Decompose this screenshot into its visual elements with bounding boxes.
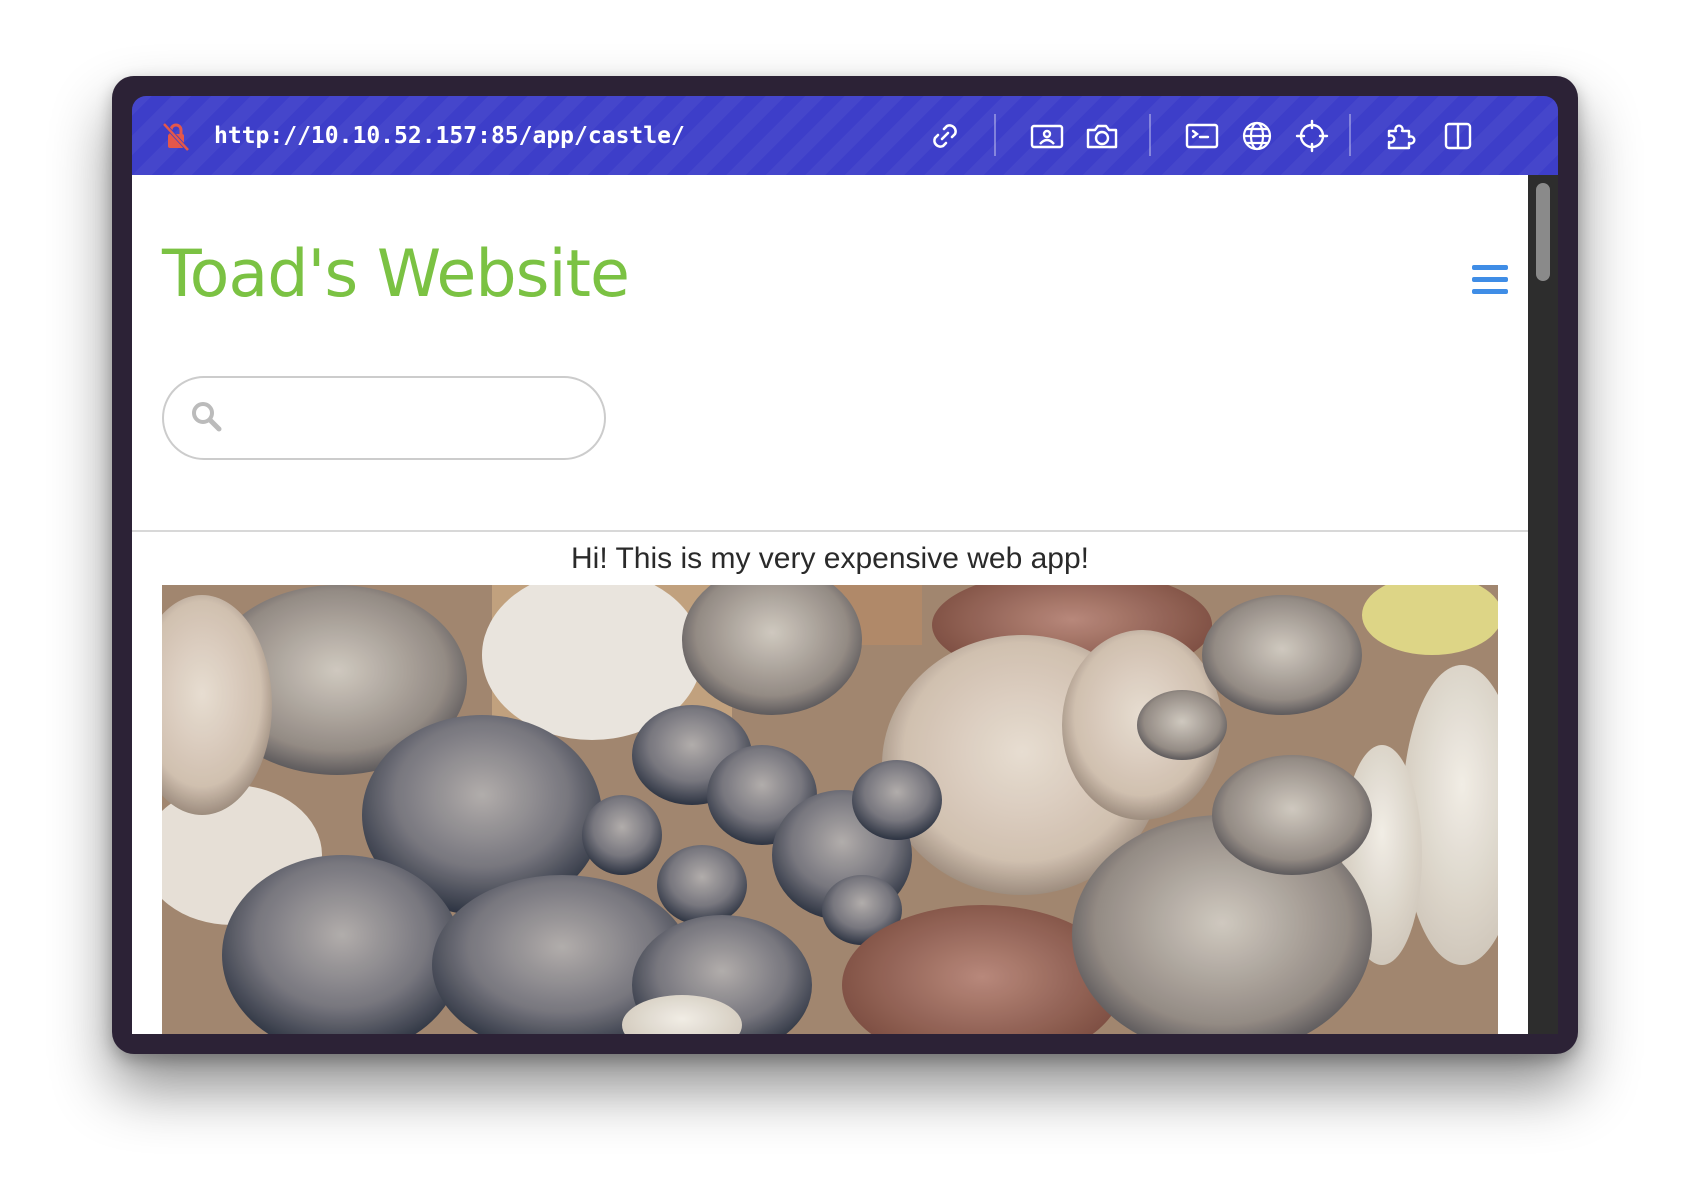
intro-text: Hi! This is my very expensive web app! xyxy=(571,542,1089,575)
header-divider xyxy=(132,530,1528,532)
extension-icon[interactable] xyxy=(1384,118,1420,154)
link-icon[interactable] xyxy=(927,118,963,154)
toolbar-separator xyxy=(1349,114,1351,156)
address-bar-url[interactable]: http://10.10.52.157:85/app/castle/ xyxy=(214,120,685,152)
browser-window: http://10.10.52.157:85/app/castle/ Toad'… xyxy=(112,76,1578,1054)
toolbar-separator xyxy=(1149,114,1151,156)
camera-icon[interactable] xyxy=(1084,118,1120,154)
browser-frame: http://10.10.52.157:85/app/castle/ Toad'… xyxy=(132,96,1558,1034)
sidebar-icon[interactable] xyxy=(1440,118,1476,154)
search-input[interactable] xyxy=(234,396,578,442)
hamburger-menu-icon[interactable] xyxy=(1472,265,1510,297)
browser-toolbar: http://10.10.52.157:85/app/castle/ xyxy=(132,96,1558,175)
insecure-lock-icon[interactable] xyxy=(160,120,192,152)
scrollbar-thumb[interactable] xyxy=(1536,183,1550,281)
site-title[interactable]: Toad's Website xyxy=(162,235,630,315)
page-viewport: Toad's Website Hi! This is my very expen… xyxy=(132,175,1528,1034)
mushrooms-photo xyxy=(162,585,1498,1034)
page-scrollbar[interactable] xyxy=(1528,175,1558,1034)
globe-icon[interactable] xyxy=(1239,118,1275,154)
search-box[interactable] xyxy=(162,376,606,460)
image-icon[interactable] xyxy=(1029,118,1065,154)
search-icon xyxy=(192,402,222,432)
terminal-icon[interactable] xyxy=(1184,118,1220,154)
crosshair-icon[interactable] xyxy=(1294,118,1330,154)
toolbar-separator xyxy=(994,114,996,156)
